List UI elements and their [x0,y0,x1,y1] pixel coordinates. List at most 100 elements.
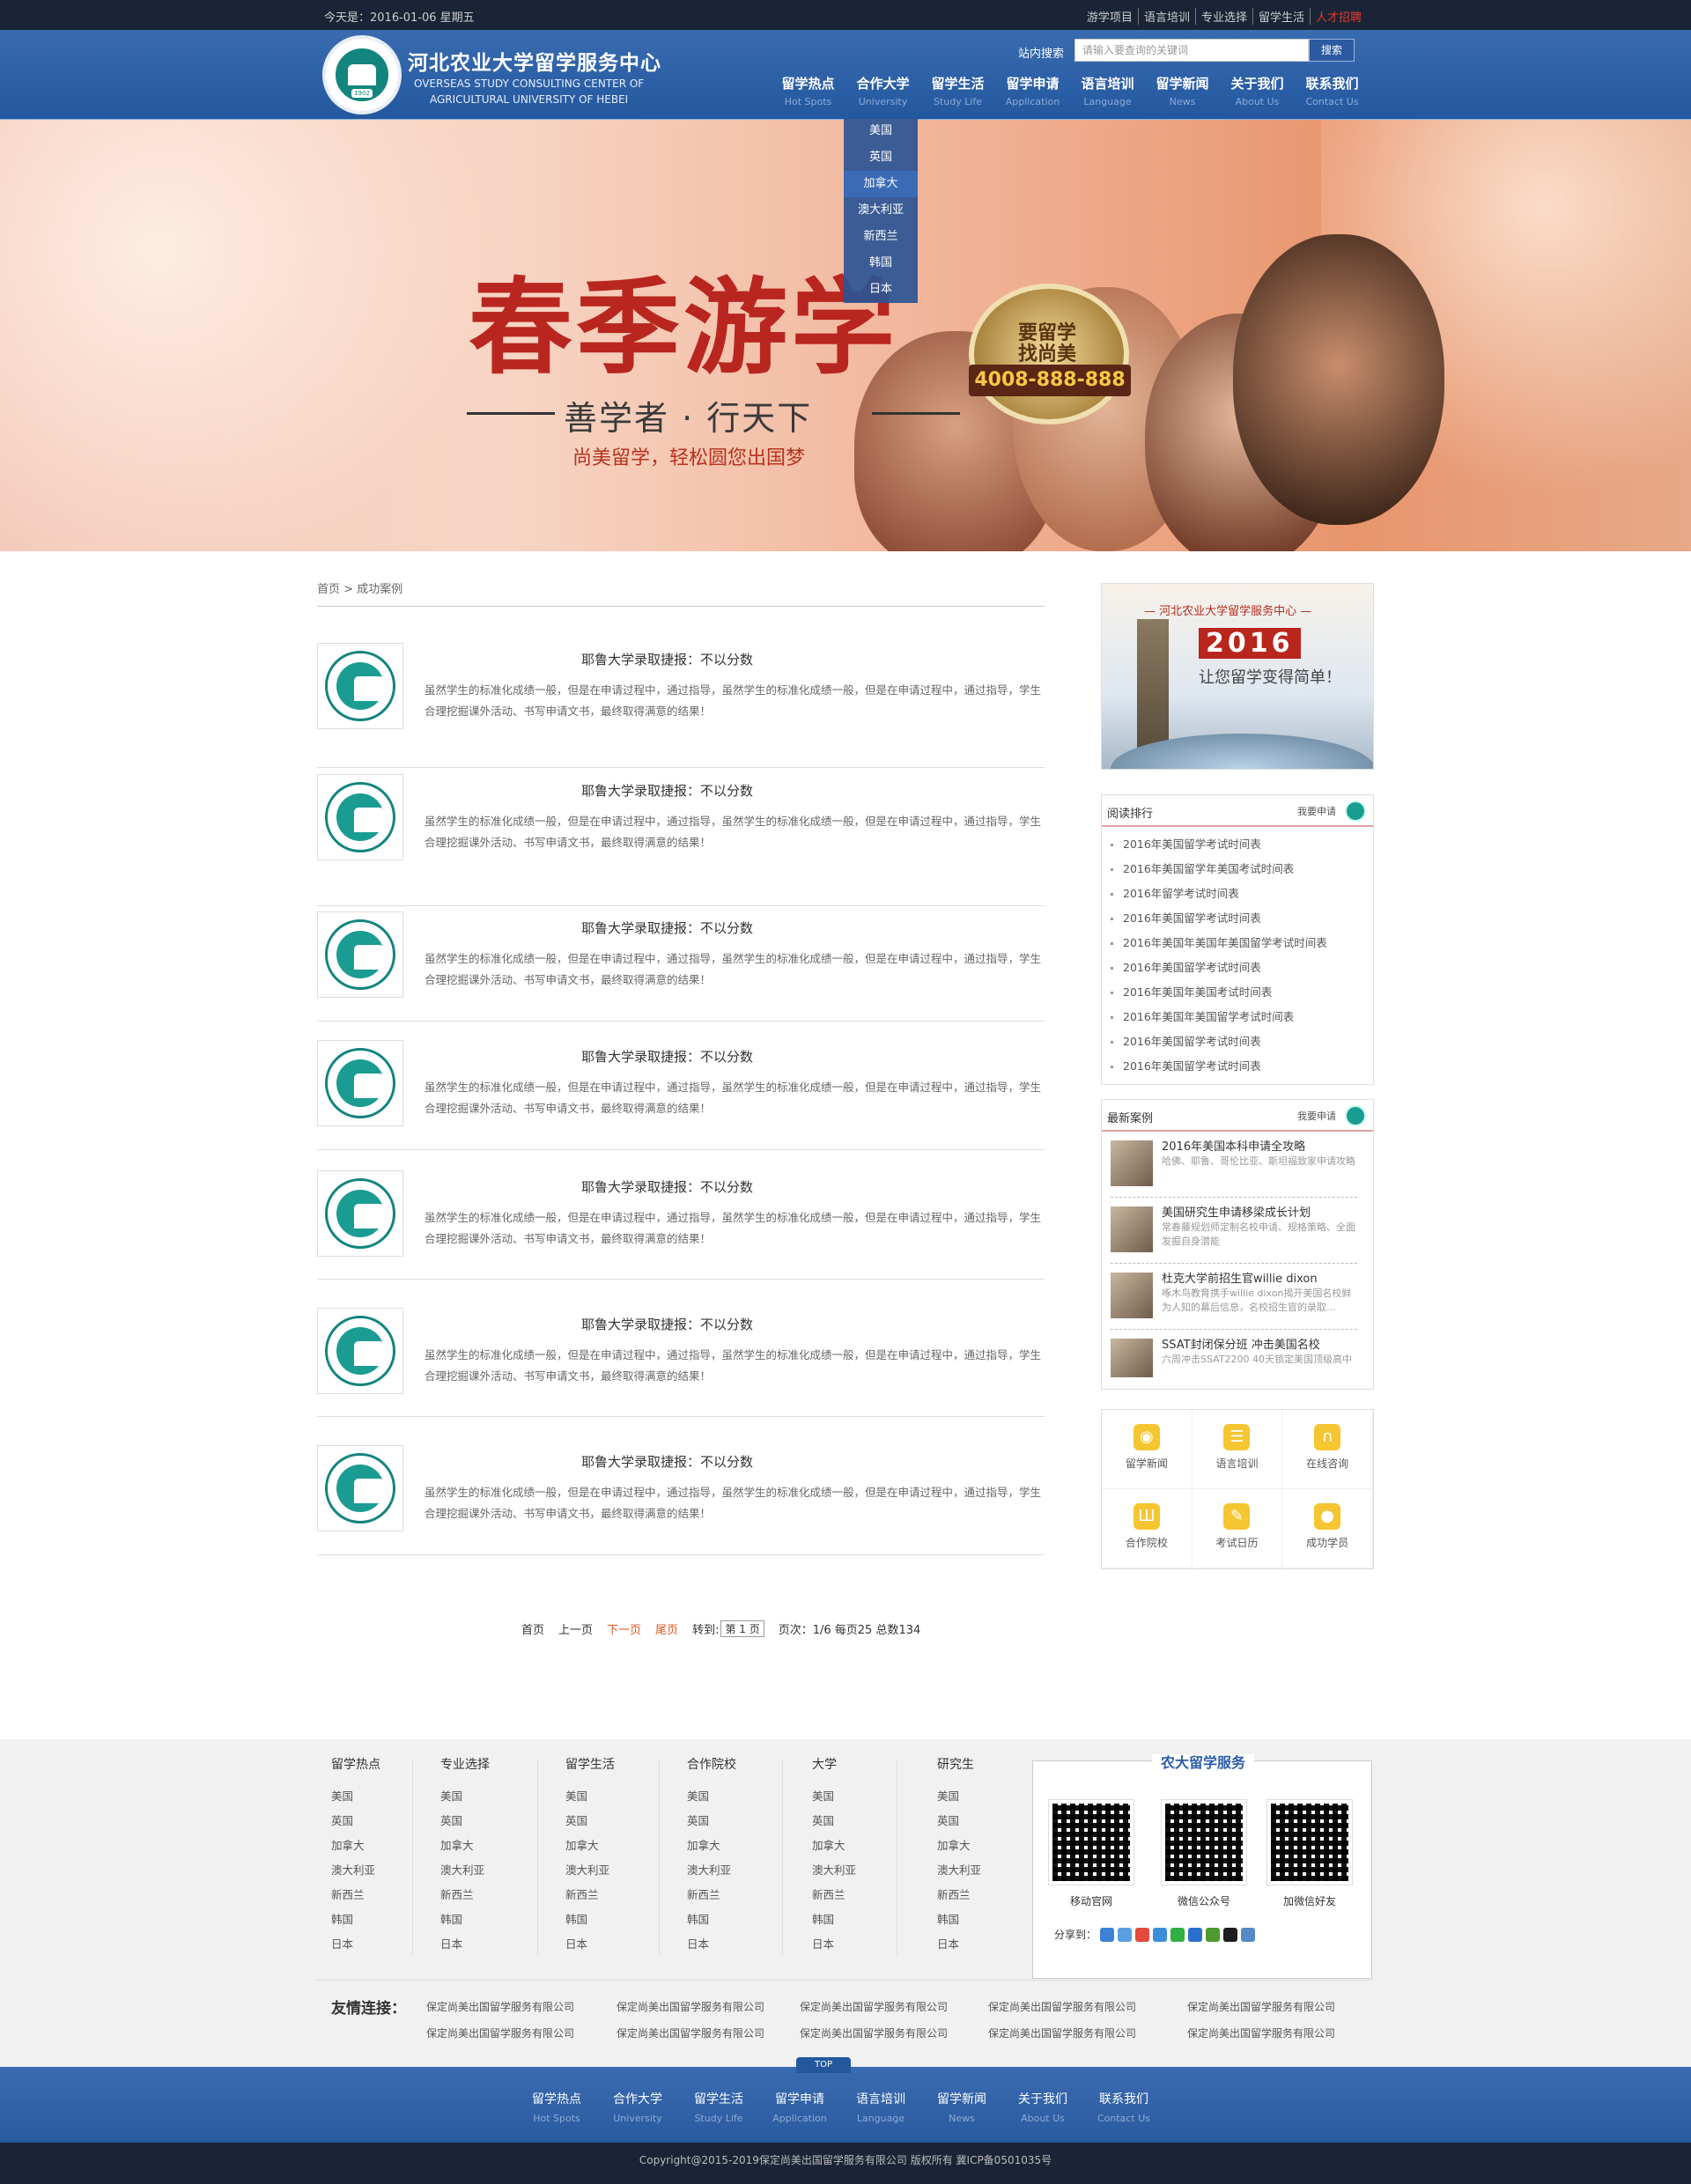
rank-item[interactable]: 2016年美国年美国留学考试时间表 [1102,1005,1373,1029]
article-thumbnail[interactable] [317,1308,403,1394]
article-title[interactable]: 耶鲁大学录取捷报：不以分数 [581,781,753,800]
article-thumbnail[interactable] [317,1170,403,1257]
nav-item-news[interactable]: 留学新闻 News [1145,74,1220,107]
footer-nav-news[interactable]: 留学新闻 News [921,2090,1002,2124]
article-title[interactable]: 耶鲁大学录取捷报：不以分数 [581,650,753,668]
friend-link[interactable]: 保定尚美出国留学服务有限公司 [426,2025,574,2040]
friend-link[interactable]: 保定尚美出国留学服务有限公司 [800,1999,948,2014]
article-title[interactable]: 耶鲁大学录取捷报：不以分数 [581,1047,753,1066]
rank-item[interactable]: 2016年美国留学考试时间表 [1102,956,1373,980]
share-tencent-weibo-icon[interactable] [1153,1927,1168,1942]
friend-link[interactable]: 保定尚美出国留学服务有限公司 [800,2025,948,2040]
rank-item[interactable]: 2016年美国留学考试时间表 [1102,832,1373,857]
list-item[interactable]: 耶鲁大学录取捷报：不以分数 虽然学生的标准化成绩一般，但是在申请过程中，通过指导… [317,1170,1045,1280]
case-item[interactable]: 2016年美国本科申请全攻略 哈佛、耶鲁、哥伦比亚、斯坦福致家申请攻略 [1111,1132,1357,1198]
friend-link[interactable]: 保定尚美出国留学服务有限公司 [988,1999,1136,2014]
list-item[interactable]: 耶鲁大学录取捷报：不以分数 虽然学生的标准化成绩一般，但是在申请过程中，通过指导… [317,1445,1045,1555]
article-thumbnail[interactable] [317,643,403,729]
list-item[interactable]: 耶鲁大学录取捷报：不以分数 虽然学生的标准化成绩一般，但是在申请过程中，通过指导… [317,643,1045,768]
case-item[interactable]: 美国研究生申请移梁成长计划 常春藤规划师定制名校申请、规格策略、全面发掘自身潜能 [1111,1198,1357,1264]
case-title[interactable]: 杜克大学前招生官willie dixon [1162,1269,1318,1286]
footer-nav-application[interactable]: 留学申请 Application [759,2090,840,2124]
article-thumbnail[interactable] [317,1040,403,1126]
pager-first[interactable]: 首页 [521,1620,544,1637]
friend-link[interactable]: 保定尚美出国留学服务有限公司 [617,1999,764,2014]
friend-link[interactable]: 保定尚美出国留学服务有限公司 [1187,2025,1335,2040]
share-renren-icon[interactable] [1188,1927,1203,1942]
rank-item[interactable]: 2016年美国留学考试时间表 [1102,906,1373,931]
dropdown-item-new-zealand[interactable]: 新西兰 [844,224,918,250]
nav-item-application[interactable]: 留学申请 Application [995,74,1070,107]
promo-advert[interactable]: — 河北农业大学留学服务中心 — 2016 让您留学变得简单！ [1101,583,1374,770]
case-title[interactable]: 美国研究生申请移梁成长计划 [1162,1203,1311,1220]
quick-link-alumni[interactable]: ● 成功学员 [1282,1489,1373,1568]
quick-link-news[interactable]: ◉ 留学新闻 [1102,1410,1193,1489]
list-item[interactable]: 耶鲁大学录取捷报：不以分数 虽然学生的标准化成绩一般，但是在申请过程中，通过指导… [317,774,1045,906]
quick-link-calendar[interactable]: ✎ 考试日历 [1192,1489,1283,1568]
friend-link[interactable]: 保定尚美出国留学服务有限公司 [617,2025,764,2040]
nav-item-contact[interactable]: 联系我们 Contact Us [1295,74,1370,107]
nav-item-about[interactable]: 关于我们 About Us [1220,74,1295,107]
footer-nav-study-life[interactable]: 留学生活 Study Life [678,2090,759,2124]
search-input[interactable]: 请输入要查询的关键词 [1074,39,1309,62]
article-title[interactable]: 耶鲁大学录取捷报：不以分数 [581,1177,753,1196]
back-to-top-button[interactable]: TOP [796,2057,851,2073]
rank-item[interactable]: 2016年美国留学年美国考试时间表 [1102,857,1373,882]
top-link-major[interactable]: 专业选择 [1196,8,1253,25]
article-thumbnail[interactable] [317,911,403,998]
qr-code-wechat-official[interactable] [1161,1799,1247,1885]
qr-code-mobile[interactable] [1048,1799,1134,1885]
rank-item[interactable]: 2016年美国年美国年美国留学考试时间表 [1102,931,1373,956]
rank-item[interactable]: 2016年美国留学考试时间表 [1102,1029,1373,1054]
pager-last[interactable]: 尾页 [655,1620,678,1637]
friend-link[interactable]: 保定尚美出国留学服务有限公司 [988,2025,1136,2040]
top-link-jobs[interactable]: 人才招聘 [1311,8,1367,25]
case-title[interactable]: SSAT封闭保分班 冲击美国名校 [1162,1335,1320,1352]
search-button[interactable]: 搜索 [1309,39,1355,62]
top-link-language[interactable]: 语言培训 [1139,8,1196,25]
share-wechat-icon[interactable] [1170,1927,1185,1942]
pager-prev[interactable]: 上一页 [558,1620,593,1637]
nav-item-language[interactable]: 语言培训 Language [1070,74,1145,107]
footer-nav-hot-spots[interactable]: 留学热点 Hot Spots [516,2090,597,2124]
footer-nav-university[interactable]: 合作大学 University [597,2090,678,2124]
article-title[interactable]: 耶鲁大学录取捷报：不以分数 [581,919,753,937]
nav-item-hot-spots[interactable]: 留学热点 Hot Spots [771,74,846,107]
case-item[interactable]: SSAT封闭保分班 冲击美国名校 六周冲击SSAT2200 40天锁定美国顶级高… [1111,1330,1357,1381]
rank-item[interactable]: 2016年美国年美国考试时间表 [1102,980,1373,1005]
footer-nav-contact[interactable]: 联系我们 Contact Us [1083,2090,1164,2124]
share-plus-icon[interactable] [1100,1927,1115,1942]
dropdown-item-korea[interactable]: 韩国 [844,250,918,277]
qr-code-wechat-friend[interactable] [1266,1799,1353,1885]
share-weibo-icon[interactable] [1135,1927,1150,1942]
friend-link[interactable]: 保定尚美出国留学服务有限公司 [1187,1999,1335,2014]
breadcrumb-home[interactable]: 首页 [317,583,340,596]
share-douban-icon[interactable] [1206,1927,1221,1942]
apply-link[interactable]: 我要申请 [1297,1109,1336,1123]
page-select[interactable]: 第 1 页 [720,1620,764,1637]
footer-nav-language[interactable]: 语言培训 Language [840,2090,921,2124]
article-title[interactable]: 耶鲁大学录取捷报：不以分数 [581,1315,753,1333]
dropdown-item-usa[interactable]: 美国 [844,118,918,144]
top-link-study-tour[interactable]: 游学项目 [1082,8,1139,25]
footer-nav-about[interactable]: 关于我们 About Us [1002,2090,1083,2124]
case-item[interactable]: 杜克大学前招生官willie dixon 啄木鸟教育携手willie dixon… [1111,1264,1357,1330]
case-title[interactable]: 2016年美国本科申请全攻略 [1162,1137,1305,1154]
dropdown-item-australia[interactable]: 澳大利亚 [844,197,918,224]
list-item[interactable]: 耶鲁大学录取捷报：不以分数 虽然学生的标准化成绩一般，但是在申请过程中，通过指导… [317,1040,1045,1150]
apply-link[interactable]: 我要申请 [1297,804,1336,818]
quick-link-schools[interactable]: Ш 合作院校 [1102,1489,1193,1568]
article-title[interactable]: 耶鲁大学录取捷报：不以分数 [581,1452,753,1471]
dropdown-item-canada[interactable]: 加拿大 [844,171,918,197]
pager-next[interactable]: 下一页 [607,1620,641,1637]
rank-item[interactable]: 2016年留学考试时间表 [1102,882,1373,906]
rank-item[interactable]: 2016年美国留学考试时间表 [1102,1054,1373,1079]
dropdown-item-japan[interactable]: 日本 [844,277,918,303]
share-qzone-icon[interactable] [1118,1927,1133,1942]
dropdown-item-uk[interactable]: 英国 [844,144,918,171]
friend-link[interactable]: 保定尚美出国留学服务有限公司 [426,1999,574,2014]
quick-link-language[interactable]: ☰ 语言培训 [1192,1410,1283,1489]
university-logo[interactable]: 1902 [322,35,402,114]
nav-item-university[interactable]: 合作大学 University [846,74,920,107]
list-item[interactable]: 耶鲁大学录取捷报：不以分数 虽然学生的标准化成绩一般，但是在申请过程中，通过指导… [317,911,1045,1022]
